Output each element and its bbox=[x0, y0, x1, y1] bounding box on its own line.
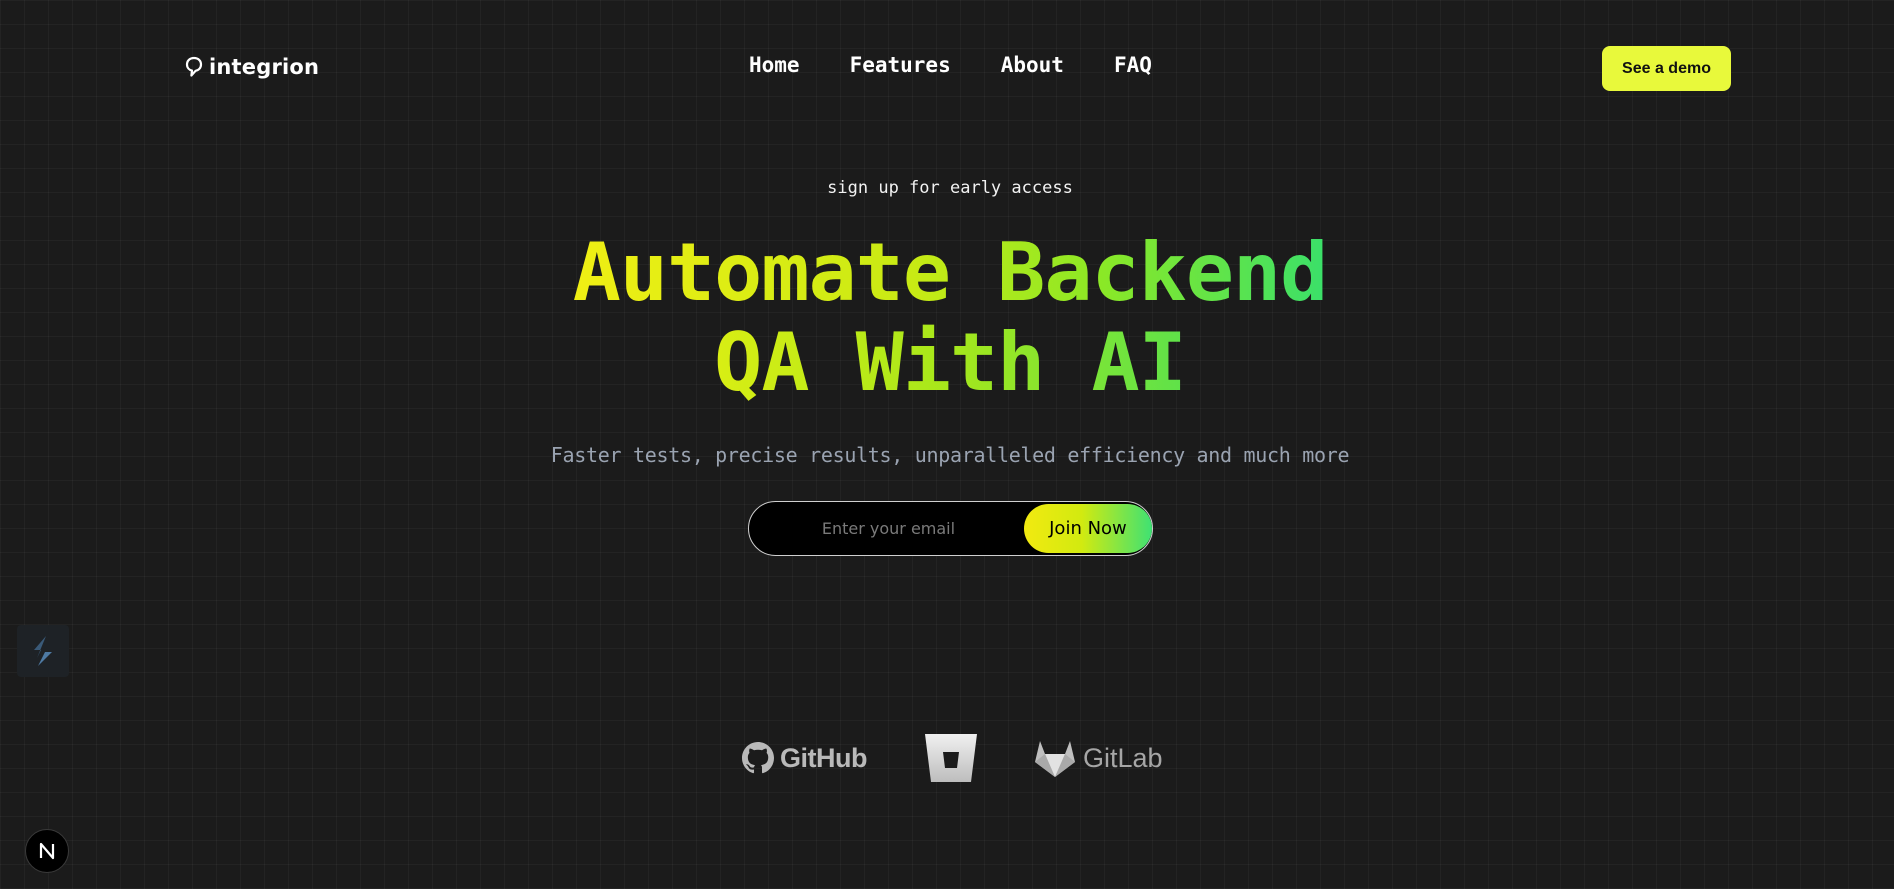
hero-headline: Automate Backend QA With AI bbox=[0, 228, 1894, 408]
see-demo-button[interactable]: See a demo bbox=[1602, 46, 1731, 91]
nav-features[interactable]: Features bbox=[850, 53, 951, 77]
gitlab-icon bbox=[1034, 741, 1075, 777]
email-input[interactable] bbox=[753, 504, 1024, 553]
nav-faq[interactable]: FAQ bbox=[1114, 53, 1152, 77]
gitlab-logo: GitLab bbox=[1033, 738, 1163, 778]
hero-subline: Faster tests, precise results, unparalle… bbox=[550, 443, 1350, 467]
github-logo: GitHub bbox=[742, 742, 867, 774]
bitbucket-logo bbox=[923, 732, 979, 784]
gitlab-wordmark: GitLab bbox=[1082, 742, 1163, 773]
brand-logo[interactable]: integrion bbox=[185, 55, 319, 79]
hero-eyebrow: sign up for early access bbox=[827, 178, 1073, 198]
nextjs-badge[interactable] bbox=[25, 829, 69, 873]
speech-bubble-icon bbox=[185, 56, 203, 77]
bolt-icon bbox=[34, 636, 52, 666]
nav-about[interactable]: About bbox=[1001, 53, 1064, 77]
hero-eyebrow-wrap: sign up for early access bbox=[0, 178, 1894, 198]
brand-name: integrion bbox=[209, 55, 320, 79]
join-now-button[interactable]: Join Now bbox=[1023, 504, 1152, 553]
github-icon bbox=[742, 742, 774, 774]
main-nav: Home Features About FAQ bbox=[749, 53, 1152, 77]
integration-logos: GitHub GitLab bbox=[742, 732, 1163, 784]
early-access-form: Join Now bbox=[748, 501, 1153, 556]
headline-line-2: QA With AI bbox=[714, 316, 1187, 409]
nav-home[interactable]: Home bbox=[749, 53, 800, 77]
side-widget[interactable] bbox=[17, 625, 69, 677]
headline-line-1: Automate Backend bbox=[572, 226, 1329, 319]
github-wordmark: GitHub bbox=[780, 742, 867, 773]
next-letter-icon bbox=[39, 842, 55, 860]
bitbucket-icon bbox=[924, 734, 977, 782]
